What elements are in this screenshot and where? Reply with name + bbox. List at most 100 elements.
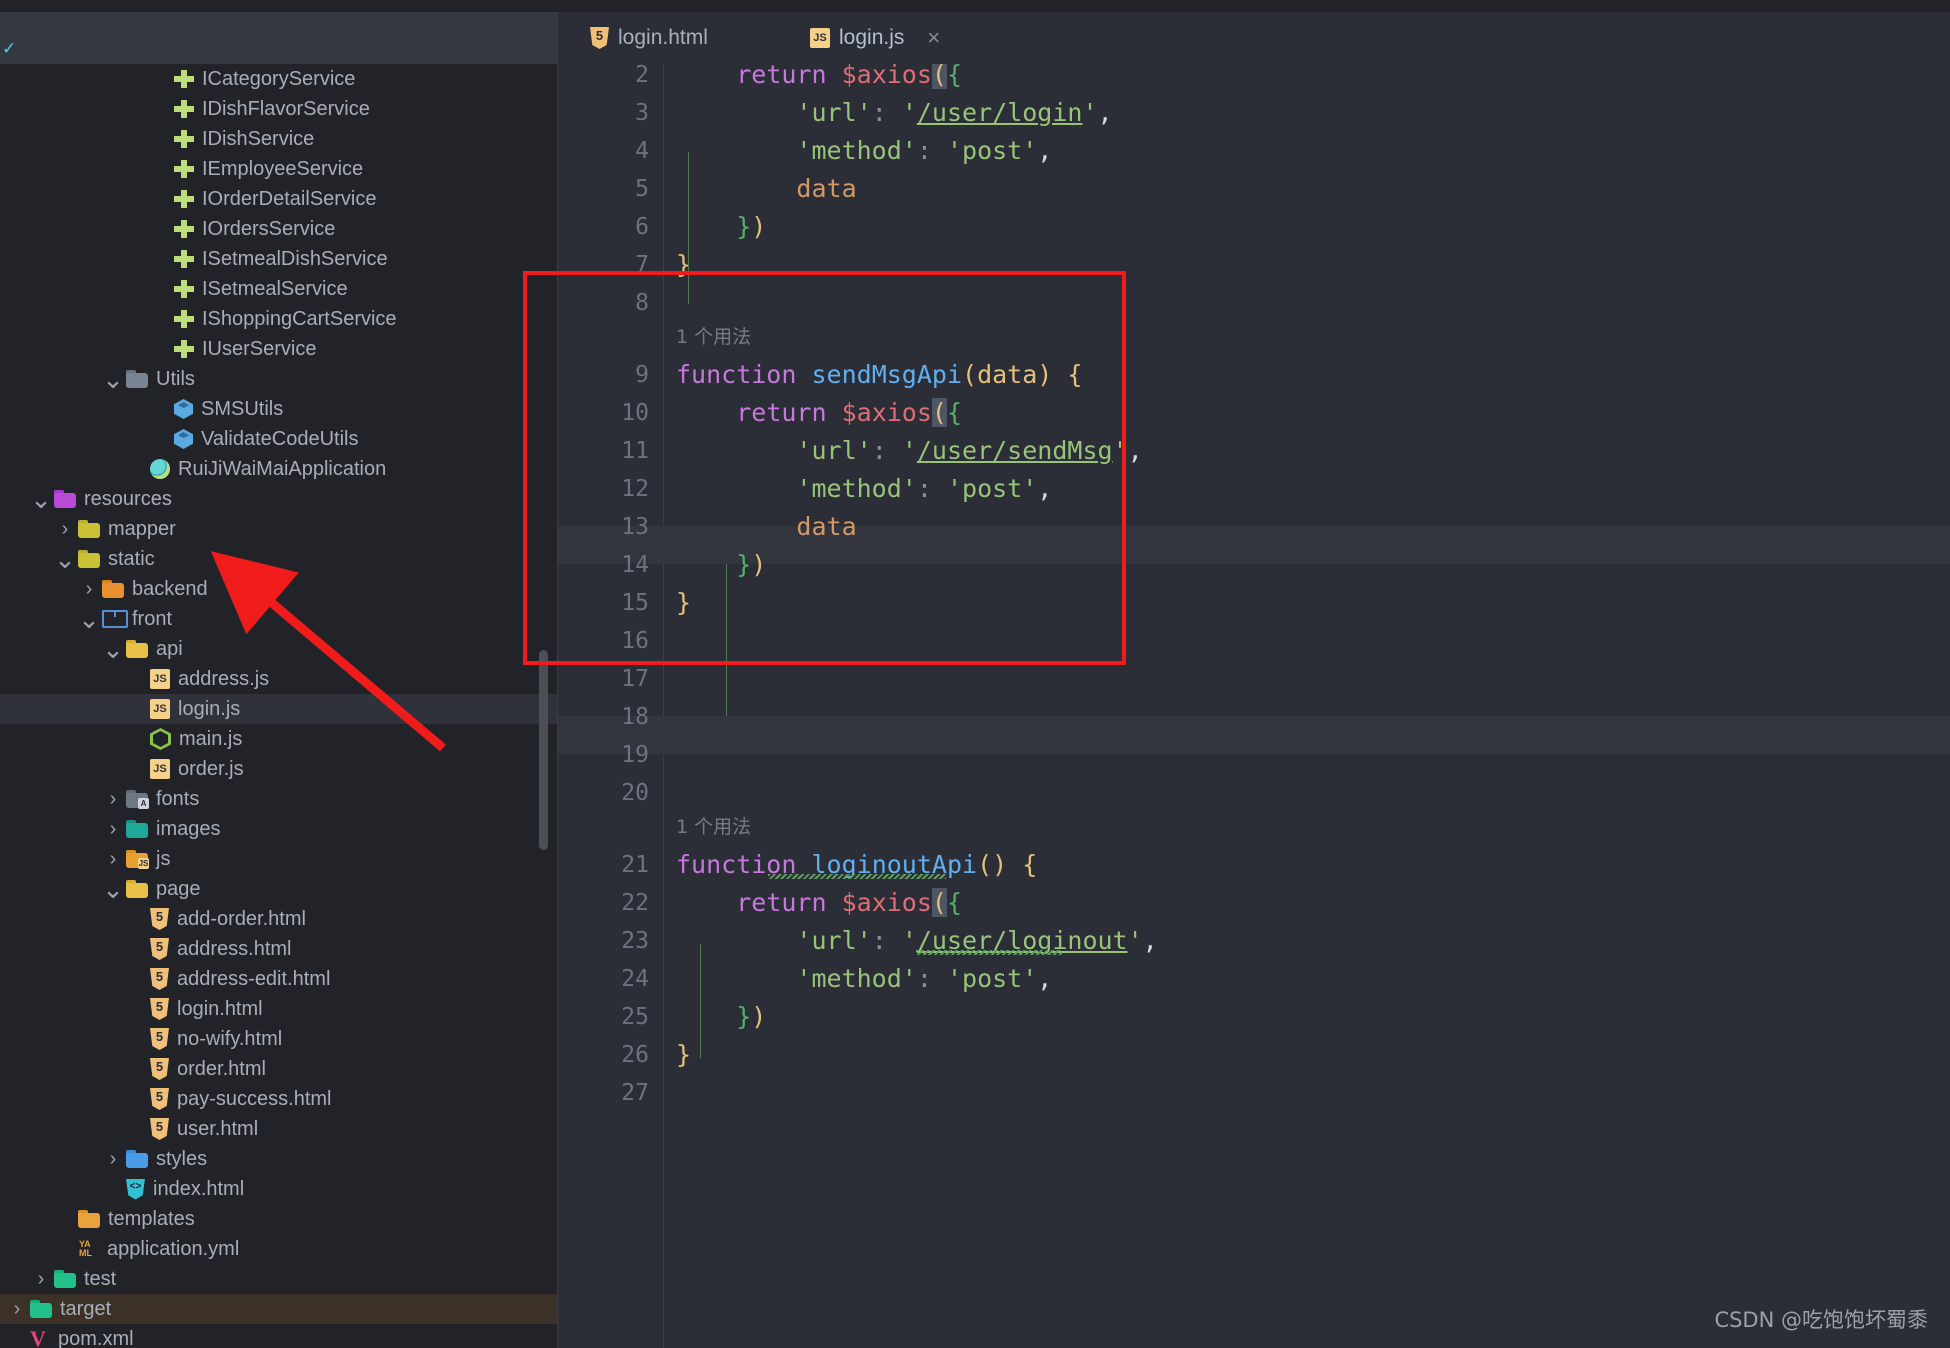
code-line[interactable]: return $axios({: [676, 884, 962, 922]
tree-row[interactable]: ›IDishService: [0, 124, 558, 154]
tree-row[interactable]: ⌄api: [0, 634, 558, 664]
chevron-right-icon[interactable]: ›: [6, 1298, 28, 1320]
tree-row[interactable]: ›YAMLapplication.yml: [0, 1234, 558, 1264]
tree-row[interactable]: ›pom.xml: [0, 1324, 558, 1348]
interface-icon: [174, 70, 194, 88]
tree-row[interactable]: ›ICategoryService: [0, 64, 558, 94]
code-editor[interactable]: 2345678910111213141516171819202122232425…: [558, 64, 1950, 1348]
tree-row[interactable]: ›address.js: [0, 664, 558, 694]
tree-row[interactable]: ›images: [0, 814, 558, 844]
tree-row[interactable]: ⌄front: [0, 604, 558, 634]
html5-icon: [590, 27, 609, 49]
folder-orange-icon: [102, 580, 124, 598]
chevron-down-icon[interactable]: ⌄: [102, 368, 124, 390]
tree-row[interactable]: ›test: [0, 1264, 558, 1294]
tree-row[interactable]: ›ISetmealService: [0, 274, 558, 304]
usage-hint[interactable]: 1 个用法: [676, 322, 751, 352]
code-line[interactable]: 'url': '/user/login',: [676, 94, 1113, 132]
tree-row[interactable]: ›backend: [0, 574, 558, 604]
code-line[interactable]: }): [676, 208, 766, 246]
project-tree[interactable]: ›ICategoryService›IDishFlavorService›IDi…: [0, 64, 558, 1348]
folder-outline-icon: [102, 610, 124, 628]
tree-row[interactable]: ⌄ page: [0, 874, 558, 904]
tree-row[interactable]: ⌄resources: [0, 484, 558, 514]
tree-row[interactable]: ›login.js: [0, 694, 558, 724]
code-line[interactable]: }: [676, 584, 691, 622]
tree-item-label: page: [156, 878, 201, 901]
tree-row[interactable]: ›IShoppingCartService: [0, 304, 558, 334]
tree-row[interactable]: ›IOrderDetailService: [0, 184, 558, 214]
tree-row[interactable]: ›IDishFlavorService: [0, 94, 558, 124]
tree-row[interactable]: ›IEmployeeService: [0, 154, 558, 184]
tree-row[interactable]: ›no-wify.html: [0, 1024, 558, 1054]
tab-login-html[interactable]: login.html: [578, 12, 720, 64]
tree-row[interactable]: ›order.html: [0, 1054, 558, 1084]
chevron-right-icon[interactable]: ›: [102, 848, 124, 870]
tree-row[interactable]: ›login.html: [0, 994, 558, 1024]
html5-icon: [150, 938, 169, 960]
tree-row[interactable]: ›add-order.html: [0, 904, 558, 934]
tree-row[interactable]: ›order.js: [0, 754, 558, 784]
tree-row[interactable]: ›address.html: [0, 934, 558, 964]
sidebar-scrollbar-thumb[interactable]: [539, 650, 548, 850]
tree-row[interactable]: ›JSjs: [0, 844, 558, 874]
indent-guide: [726, 564, 727, 716]
code-line[interactable]: 'url': '/user/sendMsg',: [676, 432, 1143, 470]
usage-hint[interactable]: 1 个用法: [676, 812, 751, 842]
tree-row[interactable]: ›ISetmealDishService: [0, 244, 558, 274]
tree-row[interactable]: ›user.html: [0, 1114, 558, 1144]
tree-row[interactable]: ›mapper: [0, 514, 558, 544]
code-line[interactable]: data: [676, 170, 857, 208]
tree-row[interactable]: ›RuiJiWaiMaiApplication: [0, 454, 558, 484]
chevron-right-icon[interactable]: ›: [102, 818, 124, 840]
code-line[interactable]: 'method': 'post',: [676, 470, 1052, 508]
folder-js-icon: JS: [126, 850, 148, 868]
tree-row[interactable]: ›Afonts: [0, 784, 558, 814]
chevron-right-icon[interactable]: ›: [30, 1268, 52, 1290]
chevron-down-icon[interactable]: ⌄: [30, 488, 52, 510]
tree-row[interactable]: ›target: [0, 1294, 558, 1324]
code-line[interactable]: 'method': 'post',: [676, 960, 1052, 998]
tree-row[interactable]: ›styles: [0, 1144, 558, 1174]
code-line[interactable]: return $axios({: [676, 64, 962, 94]
tree-row[interactable]: ›main.js: [0, 724, 558, 754]
folder-images-icon: [126, 820, 148, 838]
line-number: 19: [558, 736, 663, 774]
tree-item-label: user.html: [177, 1118, 258, 1141]
code-line[interactable]: }): [676, 998, 766, 1036]
tree-row[interactable]: ›IOrdersService: [0, 214, 558, 244]
code-line[interactable]: 'method': 'post',: [676, 132, 1052, 170]
chevron-right-icon[interactable]: ›: [102, 788, 124, 810]
code-line[interactable]: }): [676, 546, 766, 584]
code-line[interactable]: return $axios({: [676, 394, 962, 432]
tree-row[interactable]: ›index.html: [0, 1174, 558, 1204]
tree-row[interactable]: ›ValidateCodeUtils: [0, 424, 558, 454]
close-icon[interactable]: ×: [927, 27, 940, 49]
code-line[interactable]: data: [676, 508, 857, 546]
chevron-right-icon[interactable]: ›: [54, 518, 76, 540]
tree-row[interactable]: ›address-edit.html: [0, 964, 558, 994]
interface-icon: [174, 250, 194, 268]
tree-row[interactable]: ›SMSUtils: [0, 394, 558, 424]
line-number: 10: [558, 394, 663, 432]
chevron-right-icon[interactable]: ›: [78, 578, 100, 600]
class-icon: [174, 399, 193, 419]
chevron-down-icon[interactable]: ⌄: [102, 638, 124, 660]
tree-row[interactable]: ›IUserService: [0, 334, 558, 364]
tree-row[interactable]: ⌄static: [0, 544, 558, 574]
code-line[interactable]: function sendMsgApi(data) {: [676, 356, 1082, 394]
chevron-down-icon[interactable]: ⌄: [54, 548, 76, 570]
tree-row[interactable]: ⌄Utils: [0, 364, 558, 394]
folder-fonts-icon: A: [126, 790, 148, 808]
code-line[interactable]: }: [676, 1036, 691, 1074]
tree-row[interactable]: ›pay-success.html: [0, 1084, 558, 1114]
chevron-down-icon[interactable]: ⌄: [102, 878, 124, 900]
html5-icon: [150, 908, 169, 930]
tree-row[interactable]: ›templates: [0, 1204, 558, 1234]
line-number: 8: [558, 284, 663, 322]
tree-item-label: IEmployeeService: [202, 158, 363, 181]
chevron-right-icon[interactable]: ›: [102, 1148, 124, 1170]
chevron-down-icon[interactable]: ⌄: [78, 608, 100, 630]
warning-squiggle: [768, 874, 946, 879]
tab-login-js[interactable]: login.js ×: [798, 12, 952, 64]
